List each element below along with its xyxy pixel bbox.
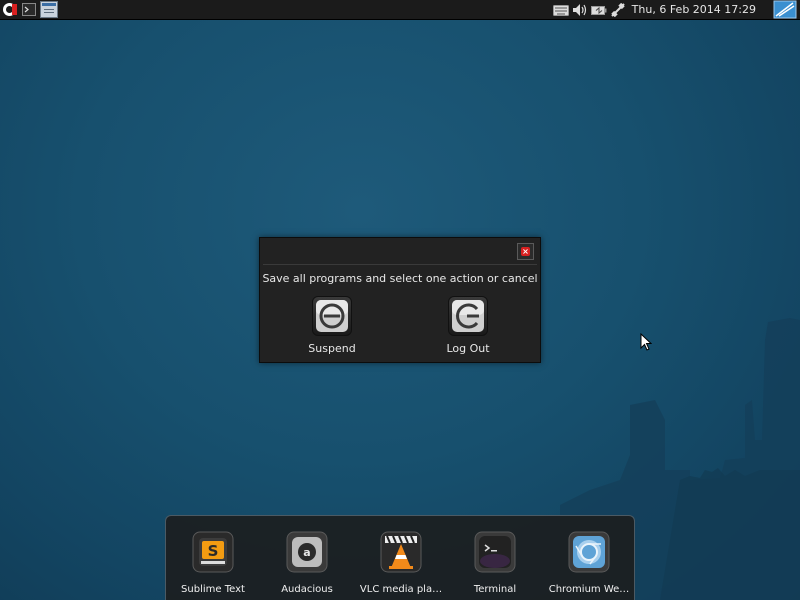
dock-label: Chromium We… — [548, 584, 630, 595]
mouse-cursor-icon — [640, 333, 652, 351]
vlc-icon — [380, 531, 422, 573]
dock-item-sublime-text[interactable]: S Sublime Text — [167, 531, 259, 595]
audacious-icon: a — [286, 531, 328, 573]
logout-button[interactable] — [448, 296, 488, 336]
logout-label: Log Out — [446, 342, 490, 355]
dialog-close-button[interactable]: × — [517, 243, 534, 260]
dock-label: VLC media pla… — [359, 584, 443, 595]
suspend-icon — [316, 300, 348, 332]
battery-icon[interactable] — [591, 3, 607, 17]
logout-dialog: × Save all programs and select one actio… — [259, 237, 541, 363]
terminal-icon — [474, 531, 516, 573]
volume-icon[interactable] — [572, 3, 588, 17]
app-launcher-icon[interactable] — [2, 2, 17, 17]
logout-icon — [452, 300, 484, 332]
dock: S Sublime Text a Audacious VLC media pla… — [165, 515, 635, 600]
suspend-action[interactable]: Suspend — [287, 296, 377, 355]
window-list-icon[interactable] — [40, 1, 58, 18]
dock-label: Sublime Text — [181, 584, 245, 595]
logout-action[interactable]: Log Out — [423, 296, 513, 355]
dock-item-chromium[interactable]: Chromium We… — [543, 531, 635, 595]
dock-label: Terminal — [473, 584, 517, 595]
keyboard-icon[interactable] — [553, 3, 569, 17]
dock-item-terminal[interactable]: Terminal — [449, 531, 541, 595]
svg-text:S: S — [208, 542, 219, 560]
dock-label: Audacious — [281, 584, 333, 595]
dialog-separator — [263, 264, 537, 265]
terminal-icon[interactable] — [22, 2, 36, 17]
dock-item-vlc[interactable]: VLC media pla… — [355, 531, 447, 595]
suspend-label: Suspend — [308, 342, 356, 355]
dock-item-audacious[interactable]: a Audacious — [261, 531, 353, 595]
suspend-button[interactable] — [312, 296, 352, 336]
svg-text:a: a — [303, 546, 310, 559]
close-icon: × — [521, 247, 530, 256]
sublime-text-icon: S — [192, 531, 234, 573]
chromium-icon — [568, 531, 610, 573]
top-panel: Thu, 6 Feb 2014 17:29 — [0, 0, 800, 20]
clock[interactable]: Thu, 6 Feb 2014 17:29 — [632, 2, 756, 17]
network-icon[interactable] — [610, 3, 626, 17]
dialog-message: Save all programs and select one action … — [262, 272, 538, 285]
desktop-icon[interactable] — [773, 0, 797, 19]
